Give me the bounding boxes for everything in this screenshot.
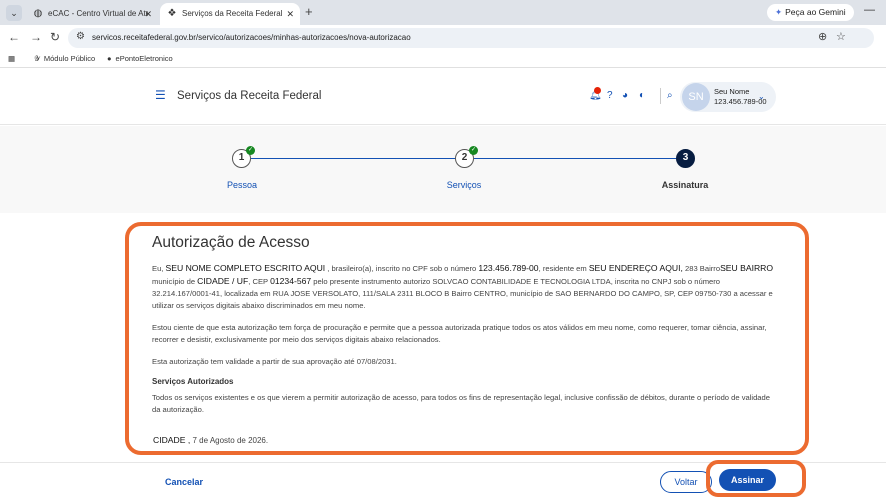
menu-icon[interactable]: ☰ [155,88,166,102]
step-1-label[interactable]: Pessoa [202,180,282,190]
minimize-icon[interactable]: — [864,4,875,16]
browser-tab[interactable]: ◍ eCAC - Centro Virtual de Atendimento ✕ [26,3,158,25]
url-text: servicos.receitafederal.gov.br/servico/a… [92,33,411,42]
gemini-label: Peça ao Gemini [785,7,846,17]
tab-search-icon[interactable]: ⌄ [6,5,22,21]
bookmark-modulo-publico[interactable]: 𝒴 Módulo Público [34,51,95,67]
user-full-name: SEU NOME COMPLETO ESCRITO AQUI [165,263,326,273]
step-3-label: Assinatura [661,180,709,190]
user-city: CIDADE / UF [197,276,249,286]
stepper: 1 ✓ Pessoa 2 ✓ Serviços 3 Assinatura [0,126,886,213]
notification-badge [594,87,601,94]
user-menu[interactable]: SN Seu Nome 123.456.789-00 ⌄ [680,82,776,112]
text: , residente em [538,264,589,273]
check-icon: ✓ [246,146,255,155]
browser-tabbar: ⌄ ◍ eCAC - Centro Virtual de Atendimento… [0,0,886,25]
authorization-declaration: Eu, SEU NOME COMPLETO ESCRITO AQUI , bra… [152,262,776,312]
cancel-button[interactable]: Cancelar [165,477,203,487]
page-title: Autorização de Acesso [152,234,310,251]
authorization-validity: Esta autorização tem validade a partir d… [152,357,397,366]
user-bairro: SEU BAIRRO [720,263,774,273]
user-cep: 01234-567 [270,276,312,286]
check-icon: ✓ [469,146,478,155]
services-title: Serviços Autorizados [152,377,234,386]
back-button[interactable]: Voltar [660,471,712,493]
help-icon[interactable]: ? [607,90,613,101]
zoom-icon[interactable]: ⊕ [818,30,827,43]
sign-button[interactable]: Assinar [719,469,776,491]
gemini-icon: ✦ [775,7,783,17]
avatar: SN [682,83,710,111]
site-info-icon[interactable]: ⚙ [76,31,85,42]
signature-line: CIDADE , 7 de Agosto de 2026. [153,435,268,445]
signature-date: 7 de Agosto de 2026. [190,436,269,445]
bookmark-epontoeletronico[interactable]: ● ePontoEletronico [107,51,173,67]
bookmark-icon: 𝒴 [34,54,40,63]
apps-icon[interactable]: ▦ [8,51,15,67]
step-connector [251,158,464,159]
bookmark-label: Módulo Público [43,54,96,63]
text: , brasileiro(a), inscrito no CPF sob o n… [325,264,479,273]
back-arrow-icon[interactable]: ← [8,30,20,44]
signature-city: CIDADE , [153,435,191,445]
step-connector [474,158,684,159]
step-3-circle: 3 [676,149,695,168]
text: 283 Bairro [682,264,721,273]
search-icon[interactable]: ⌕ [667,90,673,101]
text: Eu, [152,264,166,273]
receita-icon: ❖ [167,8,177,19]
bookmarks-bar: ▦ 𝒴 Módulo Público ● ePontoEletronico [0,51,886,68]
reload-icon[interactable]: ↻ [50,30,60,44]
bookmark-icon: ● [107,54,112,63]
step-2-label[interactable]: Serviços [424,180,504,190]
user-name: Seu Nome [714,87,750,96]
forward-arrow-icon[interactable]: → [30,30,42,44]
authorization-awareness: Estou ciente de que esta autorização tem… [152,323,767,344]
header-divider [660,88,661,104]
browser-toolbar: ← → ↻ ⚙ servicos.receitafederal.gov.br/s… [0,25,886,51]
text: município de [152,277,198,286]
close-tab-icon[interactable]: ✕ [144,3,152,25]
tab-label: Serviços da Receita Federal [182,9,282,18]
services-text: Todos os serviços existentes e os que vi… [152,393,770,414]
text: , CEP [248,277,271,286]
close-tab-icon[interactable]: ✕ [286,3,294,25]
address-bar[interactable]: ⚙ servicos.receitafederal.gov.br/servico… [68,28,874,48]
new-tab-button[interactable]: + [305,4,313,19]
bookmark-label: ePontoEletronico [115,54,173,63]
site-header: ☰ Serviços da Receita Federal 🔔︎ ? ◕ ◐ ⌕… [0,68,886,125]
browser-tab-active[interactable]: ❖ Serviços da Receita Federal ✕ [160,3,300,25]
globe-icon: ◍ [33,8,43,19]
gemini-button[interactable]: ✦ Peça ao Gemini [767,4,854,21]
chevron-down-icon: ⌄ [758,92,765,101]
user-cpf-value: 123.456.789-00 [478,263,539,273]
user-address: SEU ENDEREÇO AQUI, [588,263,683,273]
contrast-icon[interactable]: ◐ [639,90,645,101]
tab-label: eCAC - Centro Virtual de Atendimento [48,9,148,18]
site-title: Serviços da Receita Federal [177,90,322,102]
cookie-icon[interactable]: ◕ [622,90,628,101]
bookmark-star-icon[interactable]: ☆ [836,30,846,43]
